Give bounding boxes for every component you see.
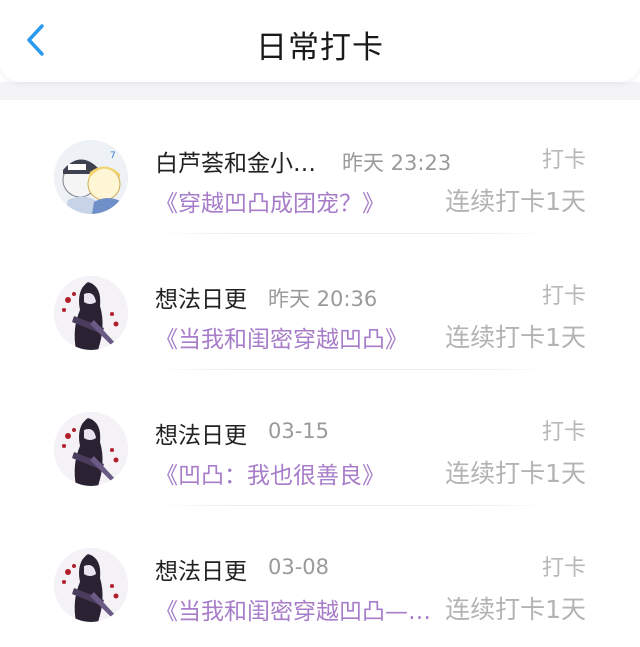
avatar[interactable] xyxy=(54,412,128,486)
streak-text: 连续打卡1天 xyxy=(445,595,586,624)
row-divider xyxy=(155,369,550,370)
row-divider xyxy=(155,233,550,234)
user-name: 想法日更 xyxy=(155,559,247,585)
user-name: 白芦荟和金小… xyxy=(155,151,316,177)
list-item[interactable]: 想法日更 03-15 打卡 《凹凸：我也很善良》 连续打卡1天 xyxy=(0,372,640,508)
list-item[interactable]: 想法日更 03-08 打卡 《当我和闺密穿越凹凸—… 连续打卡1天 xyxy=(0,508,640,644)
user-name: 想法日更 xyxy=(155,287,247,313)
timestamp: 昨天 20:36 xyxy=(268,287,378,311)
user-name: 想法日更 xyxy=(155,423,247,449)
timestamp: 03-15 xyxy=(268,419,330,443)
streak-text: 连续打卡1天 xyxy=(445,187,586,216)
top-bar: 日常打卡 xyxy=(0,0,640,82)
list-item[interactable]: 7 白芦荟和金小… 昨天 23:23 打卡 《穿越凹凸成团宠？》 连续打卡1天 xyxy=(0,100,640,236)
book-title-link[interactable]: 《当我和闺密穿越凹凸—… xyxy=(155,592,431,626)
list-item[interactable]: 想法日更 昨天 20:36 打卡 《当我和闺密穿越凹凸》 连续打卡1天 xyxy=(0,236,640,372)
avatar[interactable]: 7 xyxy=(54,140,128,214)
header-separator xyxy=(0,82,640,100)
row-divider xyxy=(155,505,550,506)
avatar[interactable] xyxy=(54,548,128,622)
avatar[interactable] xyxy=(54,276,128,350)
checkin-page: 日常打卡 7 白芦荟和金小… 昨天 23:23 打卡 《穿越凹凸成团宠？》 连续… xyxy=(0,0,640,647)
timestamp: 03-08 xyxy=(268,555,330,579)
checkin-label: 打卡 xyxy=(541,284,586,309)
streak-text: 连续打卡1天 xyxy=(445,323,586,352)
timestamp: 昨天 23:23 xyxy=(342,151,452,175)
checkin-label: 打卡 xyxy=(541,556,586,581)
page-title: 日常打卡 xyxy=(256,30,384,66)
book-title-link[interactable]: 《凹凸：我也很善良》 xyxy=(155,456,385,490)
checkin-list: 7 白芦荟和金小… 昨天 23:23 打卡 《穿越凹凸成团宠？》 连续打卡1天 xyxy=(0,100,640,644)
book-title-link[interactable]: 《当我和闺密穿越凹凸》 xyxy=(155,320,408,354)
streak-text: 连续打卡1天 xyxy=(445,459,586,488)
checkin-label: 打卡 xyxy=(541,420,586,445)
checkin-label: 打卡 xyxy=(541,148,586,173)
book-title-link[interactable]: 《穿越凹凸成团宠？》 xyxy=(155,184,385,218)
svg-text:7: 7 xyxy=(110,151,116,161)
